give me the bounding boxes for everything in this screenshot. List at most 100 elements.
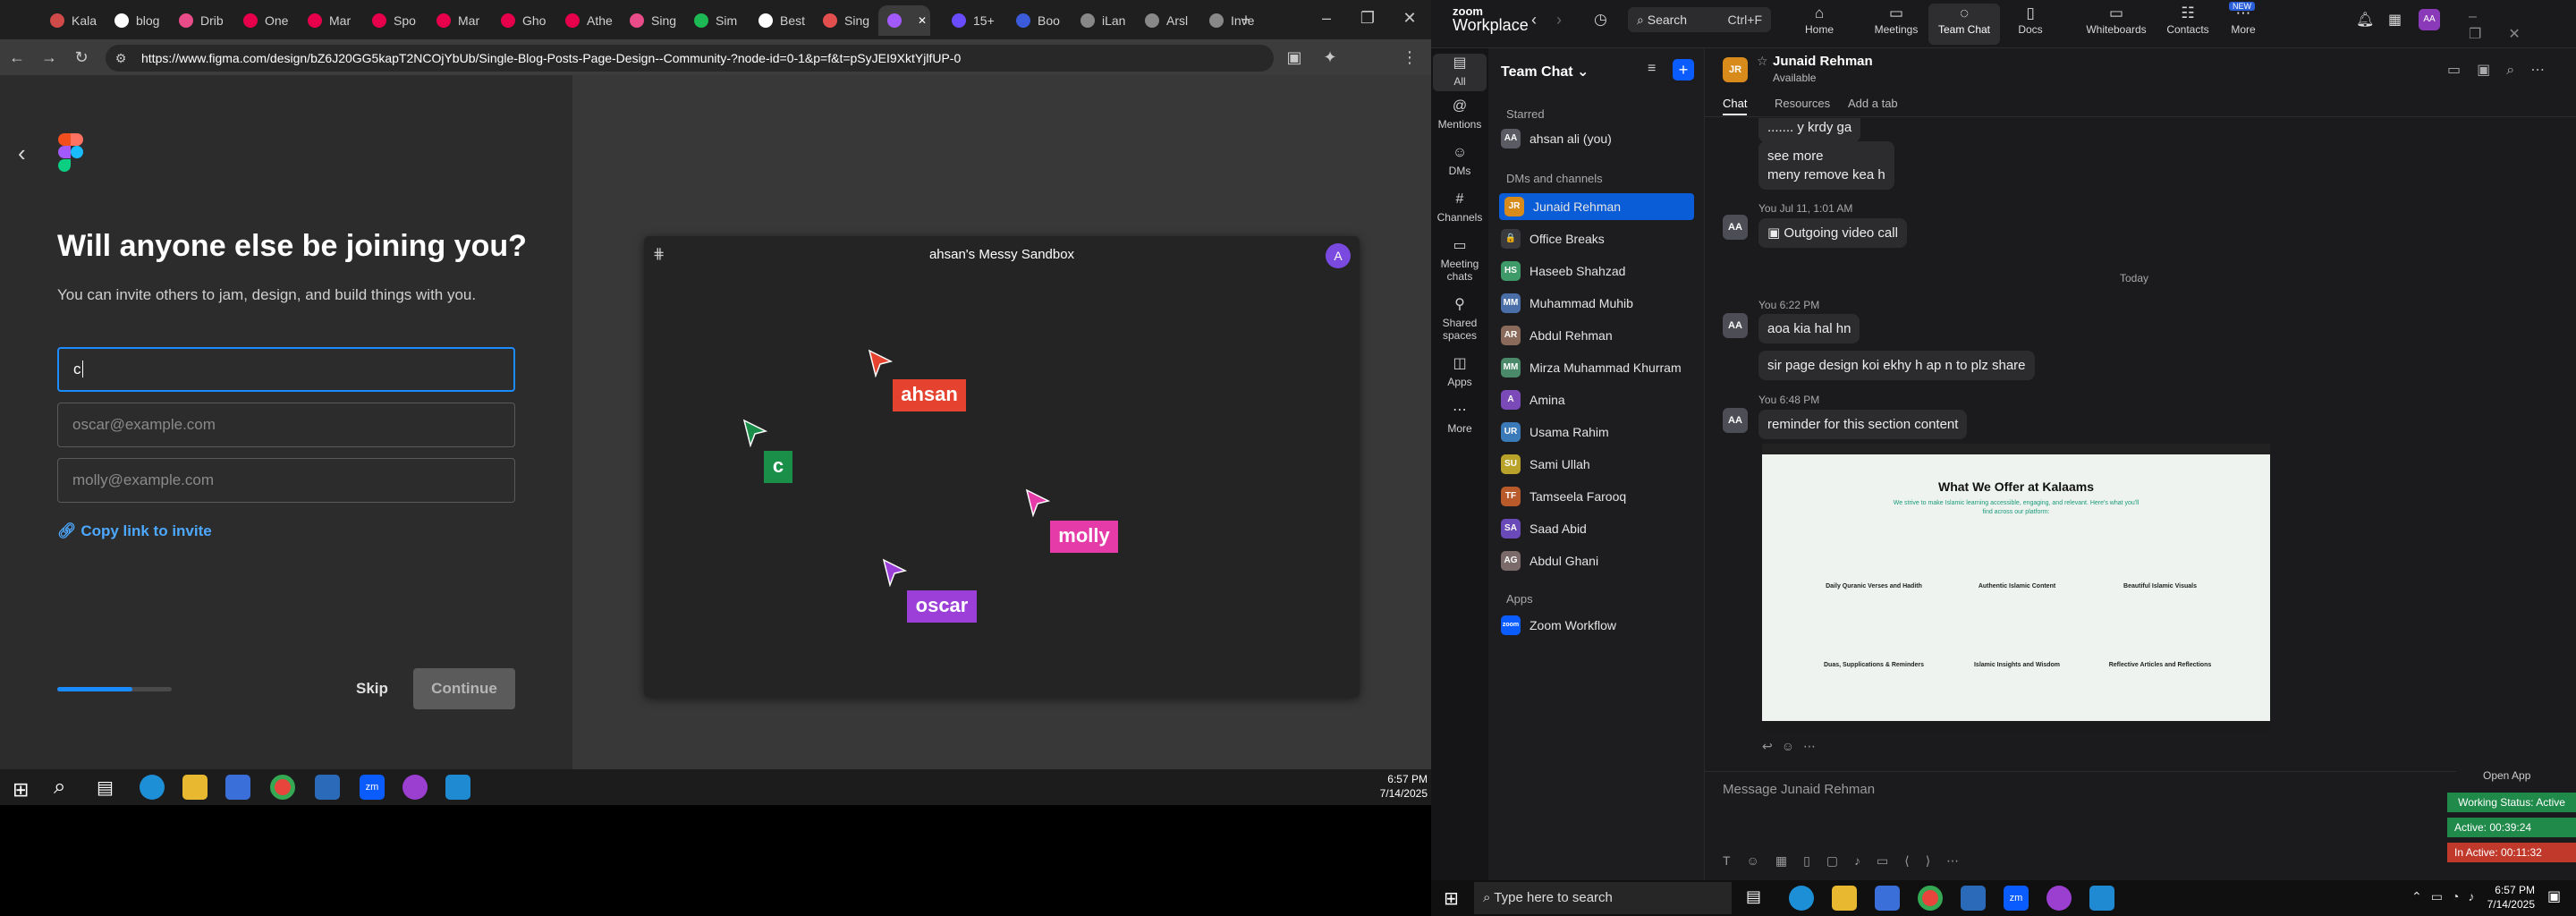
maximize-icon[interactable]: ❐: [1358, 9, 1377, 27]
rail-all[interactable]: ▤ All: [1433, 54, 1487, 91]
browser-tab[interactable]: Gho: [492, 5, 555, 36]
close-window-icon[interactable]: ✕: [1400, 9, 1419, 27]
continue-button[interactable]: Continue: [413, 668, 515, 709]
nav-contacts[interactable]: ☷ Contacts: [2152, 4, 2224, 45]
contact-avatar[interactable]: JR: [1723, 57, 1748, 82]
store-icon[interactable]: [1875, 886, 1900, 911]
rail-dms[interactable]: ☺ DMs: [1433, 146, 1487, 178]
section-starred[interactable]: Starred: [1506, 107, 1545, 121]
tab-resources[interactable]: Resources: [1775, 97, 1830, 110]
message-input[interactable]: Message Junaid Rehman: [1723, 782, 1875, 797]
contact-item[interactable]: MM Mirza Muhammad Khurram: [1501, 354, 1698, 381]
filter-icon[interactable]: ≡: [1648, 61, 1656, 77]
contact-item[interactable]: SU Sami Ullah: [1501, 451, 1698, 478]
address-bar[interactable]: https://www.figma.com/design/bZ6J20GG5ka…: [106, 45, 1274, 72]
extension-icon[interactable]: ▣: [1284, 48, 1304, 66]
browser-tab[interactable]: iLan: [1072, 5, 1134, 36]
image-attachment[interactable]: What We Offer at Kalaams We strive to ma…: [1762, 444, 2270, 732]
list-title[interactable]: Team Chat ⌄: [1501, 63, 1589, 81]
zoom-taskbar-icon[interactable]: zm: [2004, 886, 2029, 911]
forward-icon[interactable]: →: [39, 48, 59, 66]
composer-toolbar[interactable]: T☺▦▯▢♪▭⟨⟩⋯: [1723, 853, 1975, 869]
close-tab-icon[interactable]: ✕: [918, 14, 927, 27]
browser-tab[interactable]: One: [234, 5, 297, 36]
nav-whiteboards[interactable]: ▭ Whiteboards: [2072, 4, 2161, 45]
new-tab-button[interactable]: +: [1236, 11, 1256, 29]
site-info-icon[interactable]: ⚙: [111, 49, 131, 67]
rail-mentions[interactable]: @ Mentions: [1433, 99, 1487, 131]
browser-tab[interactable]: Mar: [428, 5, 490, 36]
chat-header-actions[interactable]: ▭▣⌕⋯: [2447, 61, 2561, 79]
invite-email-field-2[interactable]: oscar@example.com: [57, 403, 515, 447]
star-icon[interactable]: ☆: [1757, 54, 1768, 69]
browser-tab[interactable]: Sing: [814, 5, 877, 36]
contact-item[interactable]: 🔒 Office Breaks: [1501, 225, 1698, 252]
user-avatar[interactable]: AA: [2419, 9, 2440, 30]
nav-home[interactable]: ⌂ Home: [1784, 4, 1855, 45]
copy-link-button[interactable]: 🔗︎ Copy link to invite: [57, 522, 212, 540]
nav-meetings[interactable]: ▭ Meetings: [1860, 4, 1932, 45]
calendar-icon[interactable]: ▦: [2388, 11, 2402, 29]
section-dms[interactable]: DMs and channels: [1506, 172, 1603, 185]
nav-team-chat[interactable]: ◌ Team Chat: [1928, 4, 2000, 45]
browser-tab[interactable]: Sing: [621, 5, 683, 36]
browser-tab[interactable]: Spo: [363, 5, 426, 36]
tab-add[interactable]: Add a tab: [1848, 97, 1898, 110]
contact-item[interactable]: HS Haseeb Shahzad: [1501, 258, 1698, 284]
browser-tab[interactable]: Kala: [41, 5, 104, 36]
minimize-icon[interactable]: –: [1317, 9, 1336, 27]
history-icon[interactable]: ◷: [1594, 11, 1607, 29]
browser-tab[interactable]: Mar: [299, 5, 361, 36]
start-icon[interactable]: ⊞: [13, 778, 29, 802]
browser-tab[interactable]: Drib: [170, 5, 233, 36]
app-icon[interactable]: [315, 775, 340, 800]
vscode-icon[interactable]: [2089, 886, 2114, 911]
browser-tab[interactable]: Best: [750, 5, 812, 36]
back-chevron-icon[interactable]: ‹: [18, 140, 26, 167]
skip-button[interactable]: Skip: [356, 680, 388, 698]
back-icon[interactable]: ‹: [1531, 11, 1537, 30]
contact-item[interactable]: MM Muhammad Muhib: [1501, 290, 1698, 317]
browser-tab[interactable]: blog: [106, 5, 168, 36]
browser-tab[interactable]: Sim: [685, 5, 748, 36]
taskbar-search[interactable]: ⌕ Type here to search: [1474, 882, 1732, 914]
edge-icon[interactable]: [140, 775, 165, 800]
rail-channels[interactable]: # Channels: [1433, 192, 1487, 225]
nav-docs[interactable]: ▯ Docs: [1995, 4, 2066, 45]
browser-tab[interactable]: Athe: [556, 5, 619, 36]
search-icon[interactable]: ⌕: [54, 775, 65, 800]
zoom-taskbar-icon[interactable]: zm: [360, 775, 385, 800]
browser-tab[interactable]: ✕: [878, 5, 930, 36]
github-icon[interactable]: [2046, 886, 2072, 911]
contact-item[interactable]: zoom Zoom Workflow: [1501, 612, 1698, 639]
start-icon[interactable]: ⊞: [1444, 887, 1459, 910]
contact-item[interactable]: TF Tamseela Farooq: [1501, 483, 1698, 510]
rail-meeting-chats[interactable]: ▭ Meeting chats: [1433, 239, 1487, 284]
bell-icon[interactable]: 🔔︎: [2356, 11, 2374, 29]
vscode-icon[interactable]: [445, 775, 470, 800]
notification-icon[interactable]: ▣: [2547, 887, 2561, 905]
reload-icon[interactable]: ↻: [72, 48, 91, 66]
forward-icon[interactable]: ›: [1556, 11, 1562, 30]
edge-icon[interactable]: [1789, 886, 1814, 911]
file-explorer-icon[interactable]: [182, 775, 208, 800]
tab-chat[interactable]: Chat: [1723, 97, 1748, 115]
open-app-label[interactable]: Open App: [2483, 769, 2530, 782]
zoom-search[interactable]: ⌕ Search Ctrl+F: [1628, 7, 1771, 32]
contact-item[interactable]: SA Saad Abid: [1501, 515, 1698, 542]
chrome-icon[interactable]: [270, 775, 295, 800]
back-icon[interactable]: ←: [7, 48, 27, 66]
app-icon[interactable]: [1961, 886, 1986, 911]
browser-tab[interactable]: Arsl: [1136, 5, 1199, 36]
contact-item[interactable]: UR Usama Rahim: [1501, 419, 1698, 445]
contact-item[interactable]: AR Abdul Rehman: [1501, 322, 1698, 349]
menu-icon[interactable]: ⋮: [1400, 48, 1419, 66]
section-apps[interactable]: Apps: [1506, 592, 1533, 606]
invite-email-field-1[interactable]: c: [57, 347, 515, 392]
task-view-icon[interactable]: ▤: [1746, 887, 1761, 906]
browser-tab[interactable]: Boo: [1007, 5, 1070, 36]
contact-item[interactable]: JR Junaid Rehman: [1499, 193, 1694, 220]
store-icon[interactable]: [225, 775, 250, 800]
browser-tab[interactable]: 15+: [943, 5, 1005, 36]
rail-more[interactable]: ⋯ More: [1433, 403, 1487, 436]
